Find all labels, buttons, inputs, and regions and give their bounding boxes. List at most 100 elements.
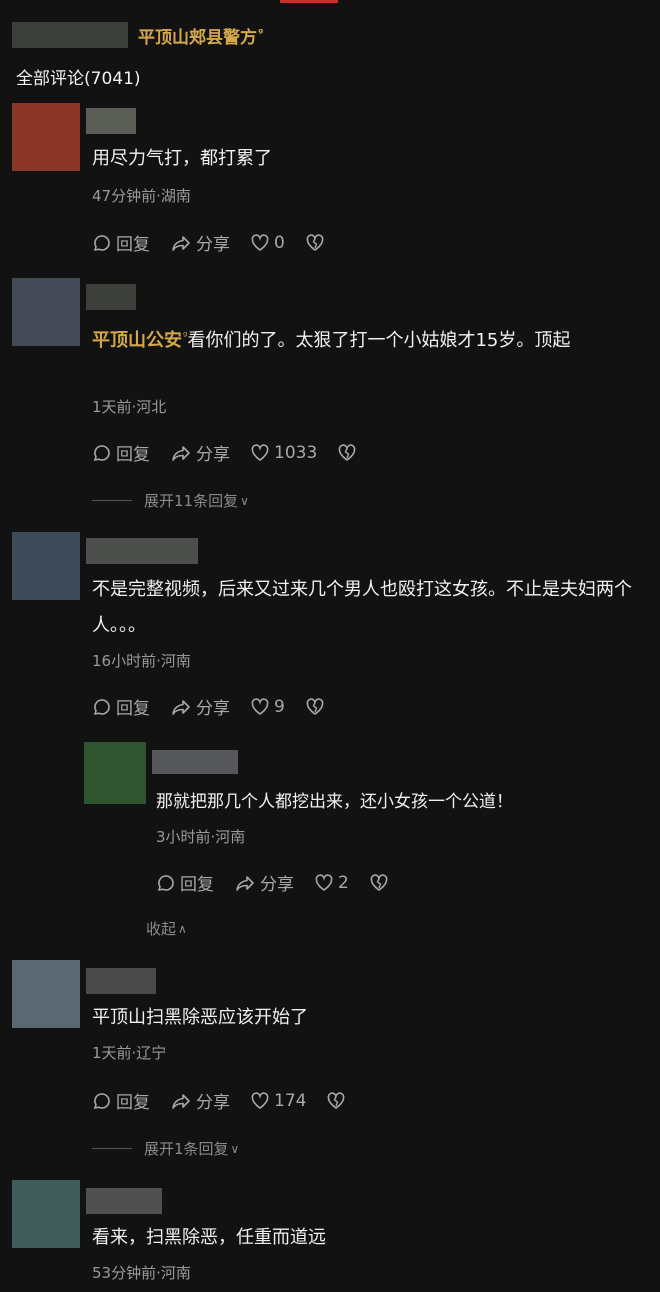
reply-label: 回复 [116,1093,150,1113]
post-account-name[interactable]: 平顶山郏县警方ᵍ [138,23,263,48]
share-icon [172,699,190,715]
post-author-row: 平顶山郏县警方ᵍ [12,20,263,50]
top-indicator [280,0,338,3]
comment-meta: 1天前·河北 [92,398,167,416]
comment-actions: 回复 分享 0 [92,230,349,255]
like-count: 0 [274,232,285,253]
like-button[interactable]: 9 [250,697,285,717]
comment-text: 用尽力气打，都打累了 [92,148,272,169]
collapse-label: 收起 [146,920,177,938]
avatar[interactable] [12,960,80,1028]
dislike-button[interactable] [369,873,393,893]
comment-actions: 回复 分享 174 [92,1088,370,1113]
expand-label: 展开11条回复 [144,492,239,510]
avatar[interactable] [84,742,146,804]
like-button[interactable]: 1033 [250,443,317,463]
broken-heart-icon [328,1091,345,1109]
reply-label: 回复 [180,875,214,895]
comment-meta: 47分钟前·湖南 [92,187,191,205]
comment-meta: 1天前·辽宁 [92,1044,167,1062]
expand-replies-button[interactable]: 展开11条回复 ∨ [92,490,249,511]
like-count: 2 [338,872,349,893]
post-account-name-text: 平顶山郏县警方 [138,27,257,48]
reply-button[interactable]: 回复 [92,694,150,719]
heart-icon [251,443,269,461]
verified-mark: ᵍ [258,25,264,39]
comment-text: 看来，扫黑除恶，任重而道远 [92,1227,326,1248]
blurred-username[interactable] [152,750,238,774]
share-icon [236,875,254,891]
blurred-username[interactable] [86,538,198,564]
share-icon [172,235,190,251]
share-label: 分享 [260,875,294,895]
dislike-button[interactable] [305,697,329,717]
broken-heart-icon [306,233,324,251]
like-button[interactable]: 174 [250,1091,306,1111]
comment-actions: 回复 分享 1033 [92,440,381,465]
comment-actions: 回复 分享 9 [92,694,349,719]
share-button[interactable]: 分享 [170,694,230,719]
like-button[interactable]: 2 [314,873,349,893]
blurred-username[interactable] [86,284,136,310]
dislike-button[interactable] [326,1091,350,1111]
reply-button[interactable]: 回复 [92,230,150,255]
avatar[interactable] [12,278,80,346]
reply-label: 回复 [116,699,150,719]
broken-heart-icon [306,697,324,715]
heart-icon [251,233,269,251]
like-count: 9 [274,696,285,717]
share-button[interactable]: 分享 [170,230,230,255]
reply-icon [93,234,110,251]
comment-text: 不是完整视频，后来又过来几个男人也殴打这女孩。不止是夫妇两个人。。。 [92,579,632,636]
expand-replies-button[interactable]: 展开1条回复 ∨ [92,1138,239,1159]
broken-heart-icon [370,873,388,891]
heart-icon [251,1091,269,1109]
mention-account[interactable]: 平顶山公安 [92,330,182,351]
share-button[interactable]: 分享 [170,440,230,465]
heart-icon [315,873,333,891]
share-label: 分享 [196,235,230,255]
avatar[interactable] [12,532,80,600]
like-count: 1033 [274,442,318,463]
divider [92,500,132,501]
heart-icon [251,697,269,715]
comment-meta: 16小时前·河南 [92,652,191,670]
share-label: 分享 [196,1093,230,1113]
reply-button[interactable]: 回复 [156,870,214,895]
dislike-button[interactable] [305,233,329,253]
avatar[interactable] [12,103,80,171]
comment-text: 平顶山扫黑除恶应该开始了 [92,1007,308,1028]
reply-icon [93,1092,110,1109]
broken-heart-icon [338,443,356,461]
like-button[interactable]: 0 [250,233,285,253]
blurred-username[interactable] [86,1188,162,1214]
comment-text: 平顶山公安ᵍ看你们的了。太狠了打一个小姑娘才15岁。顶起 [92,318,647,359]
reply-label: 回复 [116,235,150,255]
chevron-down-icon: ∨ [230,1141,240,1156]
comments-count-title: 全部评论(7041) [16,69,141,89]
share-button[interactable]: 分享 [170,1088,230,1113]
reply-text: 那就把那几个人都挖出来，还小女孩一个公道！ [156,792,513,812]
dislike-button[interactable] [337,443,361,463]
reply-icon [93,444,110,461]
reply-button[interactable]: 回复 [92,440,150,465]
reply-button[interactable]: 回复 [92,1088,150,1113]
collapse-replies-button[interactable]: 收起 ∧ [146,918,187,939]
share-icon [172,445,190,461]
reply-icon [157,874,174,891]
share-icon [172,1093,190,1109]
share-button[interactable]: 分享 [234,870,294,895]
chevron-down-icon: ∨ [240,493,249,508]
comment-meta: 53分钟前·河南 [92,1264,191,1282]
share-label: 分享 [196,445,230,465]
divider [92,1148,132,1149]
blurred-username[interactable] [86,968,156,994]
reply-icon [93,698,110,715]
expand-label: 展开1条回复 [144,1140,229,1158]
reply-meta: 3小时前·河南 [156,828,246,846]
blurred-username [12,22,128,48]
avatar[interactable] [12,1180,80,1248]
blurred-username[interactable] [86,108,136,134]
chevron-up-icon: ∧ [178,921,187,936]
like-count: 174 [274,1090,307,1111]
